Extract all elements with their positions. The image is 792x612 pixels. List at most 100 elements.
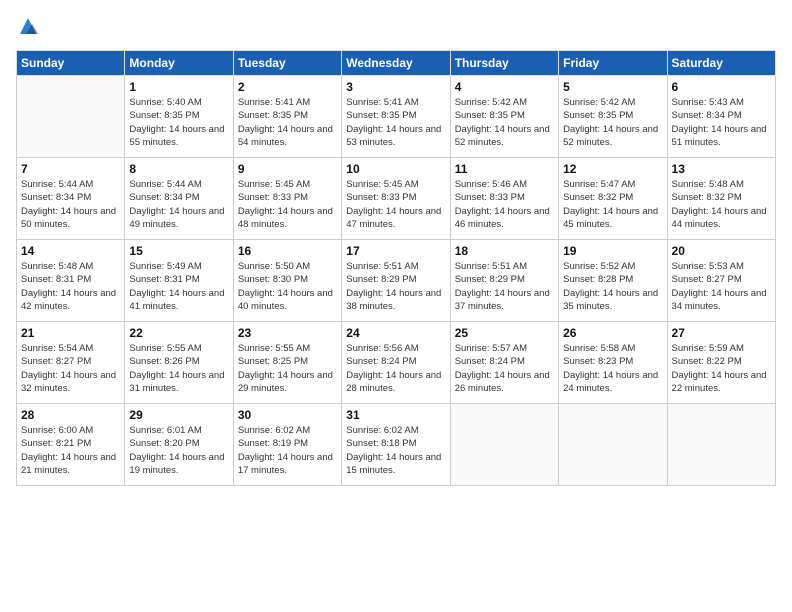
day-number: 18 [455,244,554,258]
day-number: 25 [455,326,554,340]
calendar-cell: 19 Sunrise: 5:52 AM Sunset: 8:28 PM Dayli… [559,240,667,322]
day-number: 28 [21,408,120,422]
calendar-cell: 17 Sunrise: 5:51 AM Sunset: 8:29 PM Dayli… [342,240,450,322]
day-number: 8 [129,162,228,176]
day-info: Sunrise: 5:41 AM Sunset: 8:35 PM Dayligh… [346,96,445,149]
calendar-cell: 4 Sunrise: 5:42 AM Sunset: 8:35 PM Daylig… [450,76,558,158]
calendar-cell: 28 Sunrise: 6:00 AM Sunset: 8:21 PM Dayli… [17,404,125,486]
day-info: Sunrise: 5:46 AM Sunset: 8:33 PM Dayligh… [455,178,554,231]
calendar-cell: 23 Sunrise: 5:55 AM Sunset: 8:25 PM Dayli… [233,322,341,404]
day-number: 9 [238,162,337,176]
calendar-header-wednesday: Wednesday [342,51,450,76]
day-number: 29 [129,408,228,422]
calendar-week-row: 28 Sunrise: 6:00 AM Sunset: 8:21 PM Dayli… [17,404,776,486]
day-info: Sunrise: 5:41 AM Sunset: 8:35 PM Dayligh… [238,96,337,149]
day-number: 5 [563,80,662,94]
calendar-week-row: 7 Sunrise: 5:44 AM Sunset: 8:34 PM Daylig… [17,158,776,240]
day-number: 22 [129,326,228,340]
calendar-header-saturday: Saturday [667,51,775,76]
day-info: Sunrise: 5:42 AM Sunset: 8:35 PM Dayligh… [563,96,662,149]
day-info: Sunrise: 5:57 AM Sunset: 8:24 PM Dayligh… [455,342,554,395]
day-info: Sunrise: 5:47 AM Sunset: 8:32 PM Dayligh… [563,178,662,231]
calendar-week-row: 1 Sunrise: 5:40 AM Sunset: 8:35 PM Daylig… [17,76,776,158]
day-info: Sunrise: 5:44 AM Sunset: 8:34 PM Dayligh… [21,178,120,231]
day-info: Sunrise: 5:45 AM Sunset: 8:33 PM Dayligh… [238,178,337,231]
calendar-cell: 10 Sunrise: 5:45 AM Sunset: 8:33 PM Dayli… [342,158,450,240]
calendar-cell: 29 Sunrise: 6:01 AM Sunset: 8:20 PM Dayli… [125,404,233,486]
calendar-cell: 18Sunrise: 5:51 AM Sunset: 8:29 PM Dayli… [450,240,558,322]
day-info: Sunrise: 5:55 AM Sunset: 8:26 PM Dayligh… [129,342,228,395]
calendar-cell: 6 Sunrise: 5:43 AM Sunset: 8:34 PM Daylig… [667,76,775,158]
calendar-week-row: 14 Sunrise: 5:48 AM Sunset: 8:31 PM Dayli… [17,240,776,322]
day-info: Sunrise: 5:40 AM Sunset: 8:35 PM Dayligh… [129,96,228,149]
page: SundayMondayTuesdayWednesdayThursdayFrid… [0,0,792,612]
calendar: SundayMondayTuesdayWednesdayThursdayFrid… [16,50,776,486]
day-number: 26 [563,326,662,340]
logo [16,16,42,40]
day-number: 14 [21,244,120,258]
day-info: Sunrise: 5:49 AM Sunset: 8:31 PM Dayligh… [129,260,228,313]
day-number: 10 [346,162,445,176]
calendar-cell: 12Sunrise: 5:47 AM Sunset: 8:32 PM Dayli… [559,158,667,240]
day-info: Sunrise: 5:50 AM Sunset: 8:30 PM Dayligh… [238,260,337,313]
day-number: 6 [672,80,771,94]
day-number: 3 [346,80,445,94]
day-info: Sunrise: 5:59 AM Sunset: 8:22 PM Dayligh… [672,342,771,395]
calendar-cell [667,404,775,486]
calendar-cell: 2 Sunrise: 5:41 AM Sunset: 8:35 PM Daylig… [233,76,341,158]
calendar-cell: 11 Sunrise: 5:46 AM Sunset: 8:33 PM Dayli… [450,158,558,240]
day-info: Sunrise: 5:45 AM Sunset: 8:33 PM Dayligh… [346,178,445,231]
day-info: Sunrise: 6:01 AM Sunset: 8:20 PM Dayligh… [129,424,228,477]
day-info: Sunrise: 6:02 AM Sunset: 8:19 PM Dayligh… [238,424,337,477]
day-info: Sunrise: 5:56 AM Sunset: 8:24 PM Dayligh… [346,342,445,395]
calendar-cell: 14 Sunrise: 5:48 AM Sunset: 8:31 PM Dayli… [17,240,125,322]
day-number: 15 [129,244,228,258]
logo-icon [16,16,40,40]
header [16,16,776,40]
calendar-cell: 31Sunrise: 6:02 AM Sunset: 8:18 PM Dayli… [342,404,450,486]
day-info: Sunrise: 6:00 AM Sunset: 8:21 PM Dayligh… [21,424,120,477]
day-info: Sunrise: 5:44 AM Sunset: 8:34 PM Dayligh… [129,178,228,231]
day-number: 30 [238,408,337,422]
calendar-cell: 27 Sunrise: 5:59 AM Sunset: 8:22 PM Dayli… [667,322,775,404]
day-info: Sunrise: 5:53 AM Sunset: 8:27 PM Dayligh… [672,260,771,313]
calendar-cell: 7 Sunrise: 5:44 AM Sunset: 8:34 PM Daylig… [17,158,125,240]
day-info: Sunrise: 6:02 AM Sunset: 8:18 PM Dayligh… [346,424,445,477]
day-info: Sunrise: 5:48 AM Sunset: 8:31 PM Dayligh… [21,260,120,313]
calendar-cell: 15 Sunrise: 5:49 AM Sunset: 8:31 PM Dayli… [125,240,233,322]
day-info: Sunrise: 5:51 AM Sunset: 8:29 PM Dayligh… [346,260,445,313]
calendar-week-row: 21Sunrise: 5:54 AM Sunset: 8:27 PM Dayli… [17,322,776,404]
calendar-cell: 5 Sunrise: 5:42 AM Sunset: 8:35 PM Daylig… [559,76,667,158]
day-info: Sunrise: 5:43 AM Sunset: 8:34 PM Dayligh… [672,96,771,149]
day-number: 4 [455,80,554,94]
calendar-cell: 13Sunrise: 5:48 AM Sunset: 8:32 PM Dayli… [667,158,775,240]
calendar-cell: 20Sunrise: 5:53 AM Sunset: 8:27 PM Dayli… [667,240,775,322]
calendar-cell: 1 Sunrise: 5:40 AM Sunset: 8:35 PM Daylig… [125,76,233,158]
calendar-cell: 9 Sunrise: 5:45 AM Sunset: 8:33 PM Daylig… [233,158,341,240]
day-number: 23 [238,326,337,340]
calendar-cell: 26Sunrise: 5:58 AM Sunset: 8:23 PM Dayli… [559,322,667,404]
calendar-cell: 8 Sunrise: 5:44 AM Sunset: 8:34 PM Daylig… [125,158,233,240]
calendar-cell: 21Sunrise: 5:54 AM Sunset: 8:27 PM Dayli… [17,322,125,404]
calendar-header-friday: Friday [559,51,667,76]
day-info: Sunrise: 5:42 AM Sunset: 8:35 PM Dayligh… [455,96,554,149]
day-info: Sunrise: 5:48 AM Sunset: 8:32 PM Dayligh… [672,178,771,231]
calendar-cell [17,76,125,158]
calendar-cell: 3 Sunrise: 5:41 AM Sunset: 8:35 PM Daylig… [342,76,450,158]
day-number: 2 [238,80,337,94]
day-number: 11 [455,162,554,176]
day-number: 24 [346,326,445,340]
day-number: 19 [563,244,662,258]
day-number: 7 [21,162,120,176]
calendar-cell: 30 Sunrise: 6:02 AM Sunset: 8:19 PM Dayli… [233,404,341,486]
calendar-cell: 24 Sunrise: 5:56 AM Sunset: 8:24 PM Dayli… [342,322,450,404]
calendar-cell [450,404,558,486]
calendar-header-row: SundayMondayTuesdayWednesdayThursdayFrid… [17,51,776,76]
day-info: Sunrise: 5:55 AM Sunset: 8:25 PM Dayligh… [238,342,337,395]
day-info: Sunrise: 5:54 AM Sunset: 8:27 PM Dayligh… [21,342,120,395]
day-number: 27 [672,326,771,340]
day-number: 1 [129,80,228,94]
day-number: 17 [346,244,445,258]
calendar-header-sunday: Sunday [17,51,125,76]
day-info: Sunrise: 5:52 AM Sunset: 8:28 PM Dayligh… [563,260,662,313]
